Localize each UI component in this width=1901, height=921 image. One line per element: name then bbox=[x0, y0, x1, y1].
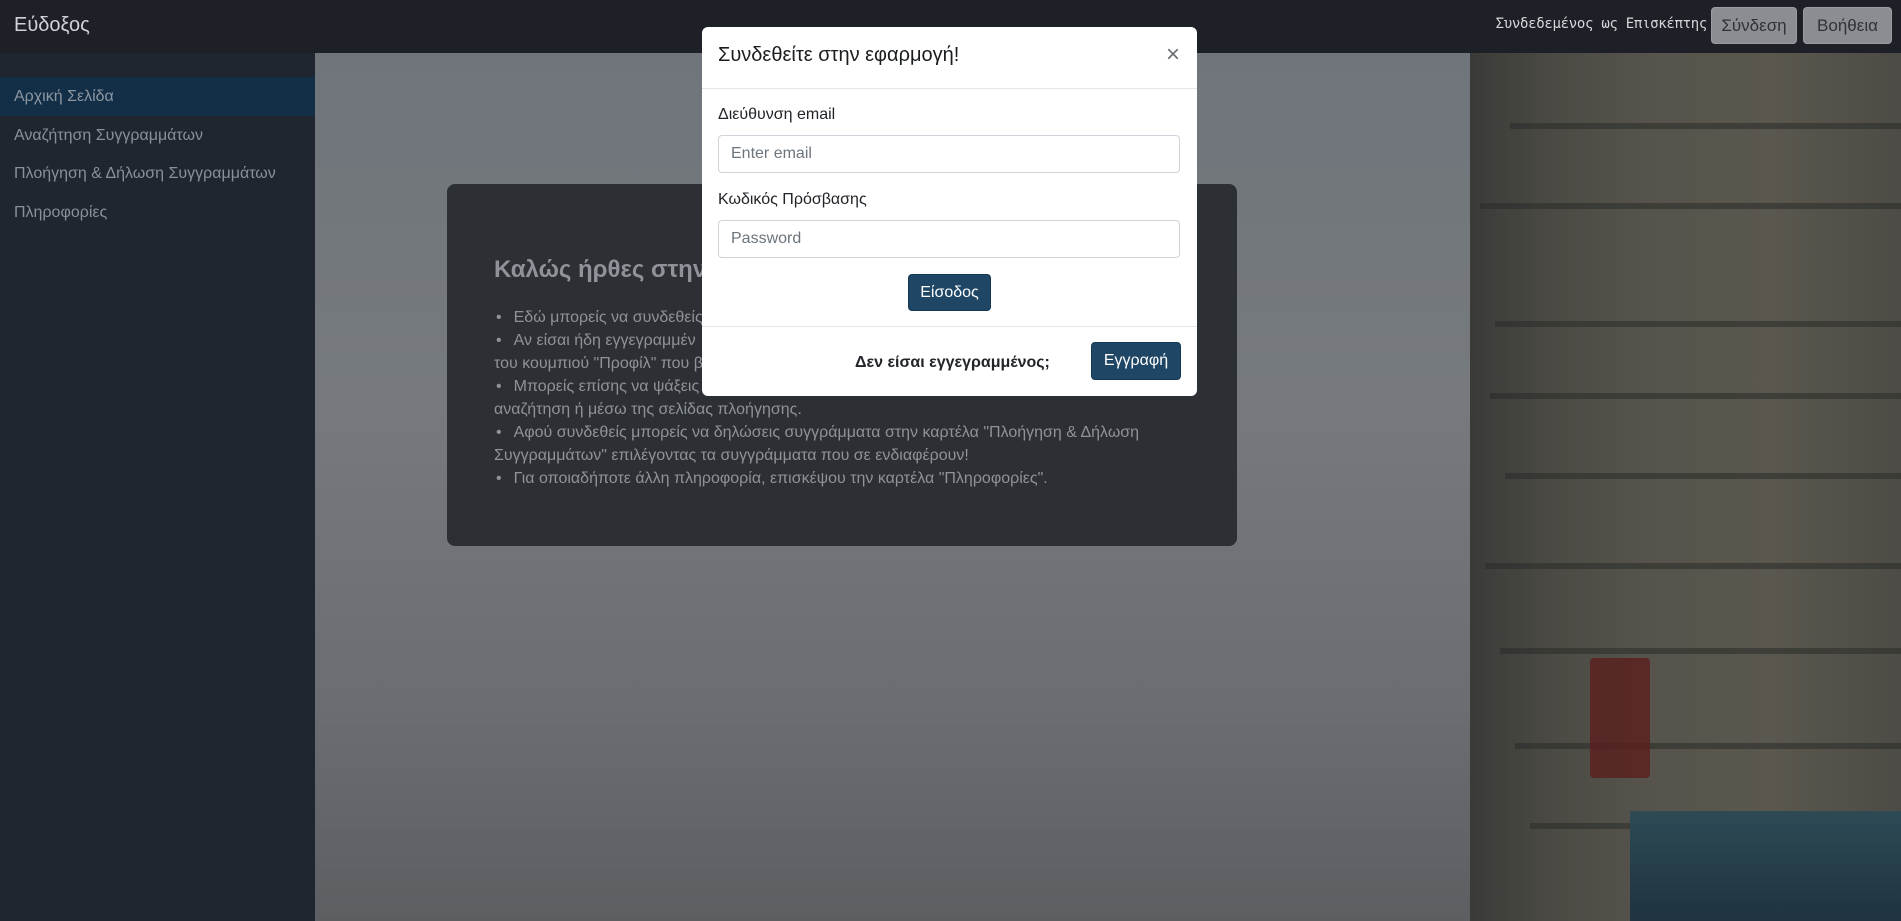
sidebar-item-browse-declare[interactable]: Πλοήγηση & Δήλωση Συγγραμμάτων bbox=[0, 154, 315, 193]
sidebar-item-home[interactable]: Αρχική Σελίδα bbox=[0, 77, 315, 116]
register-button[interactable]: Εγγραφή bbox=[1091, 342, 1181, 380]
not-registered-text: Δεν είσαι εγγεγραμμένος; bbox=[855, 354, 1050, 371]
welcome-bullet: Αφού συνδεθείς μπορείς να δηλώσεις συγγρ… bbox=[494, 421, 1189, 444]
login-modal: Συνδεθείτε στην εφαρμογή! × Διεύθυνση em… bbox=[702, 27, 1197, 396]
password-label: Κωδικός Πρόσβασης bbox=[718, 191, 867, 208]
app-brand[interactable]: Εύδοξος bbox=[14, 14, 90, 37]
modal-header: Συνδεθείτε στην εφαρμογή! × bbox=[702, 27, 1197, 89]
submit-login-button[interactable]: Είσοδος bbox=[908, 274, 991, 311]
welcome-bullet-continuation: αναζήτηση ή μέσω της σελίδας πλοήγησης. bbox=[494, 401, 802, 418]
close-icon[interactable]: × bbox=[1166, 41, 1180, 69]
books-background-image bbox=[1470, 53, 1901, 921]
email-field[interactable] bbox=[718, 135, 1180, 173]
sidebar: Αρχική Σελίδα Αναζήτηση Συγγραμμάτων Πλο… bbox=[0, 53, 315, 921]
welcome-bullet: Για οποιαδήποτε άλλη πληροφορία, επισκέψ… bbox=[494, 467, 1189, 490]
login-button[interactable]: Σύνδεση bbox=[1711, 7, 1797, 44]
modal-footer: Δεν είσαι εγγεγραμμένος; Εγγραφή bbox=[702, 326, 1197, 396]
help-button[interactable]: Βοήθεια bbox=[1803, 7, 1892, 44]
modal-title: Συνδεθείτε στην εφαρμογή! bbox=[718, 44, 960, 66]
sidebar-item-search[interactable]: Αναζήτηση Συγγραμμάτων bbox=[0, 116, 315, 155]
user-status-text: Συνδεδεμένος ως Επισκέπτης bbox=[1495, 16, 1708, 32]
welcome-bullet-continuation: Συγγραμμάτων" επιλέγοντας τα συγγράμματα… bbox=[494, 447, 969, 464]
email-label: Διεύθυνση email bbox=[718, 106, 836, 123]
sidebar-item-info[interactable]: Πληροφορίες bbox=[0, 193, 315, 232]
password-field[interactable] bbox=[718, 220, 1180, 258]
